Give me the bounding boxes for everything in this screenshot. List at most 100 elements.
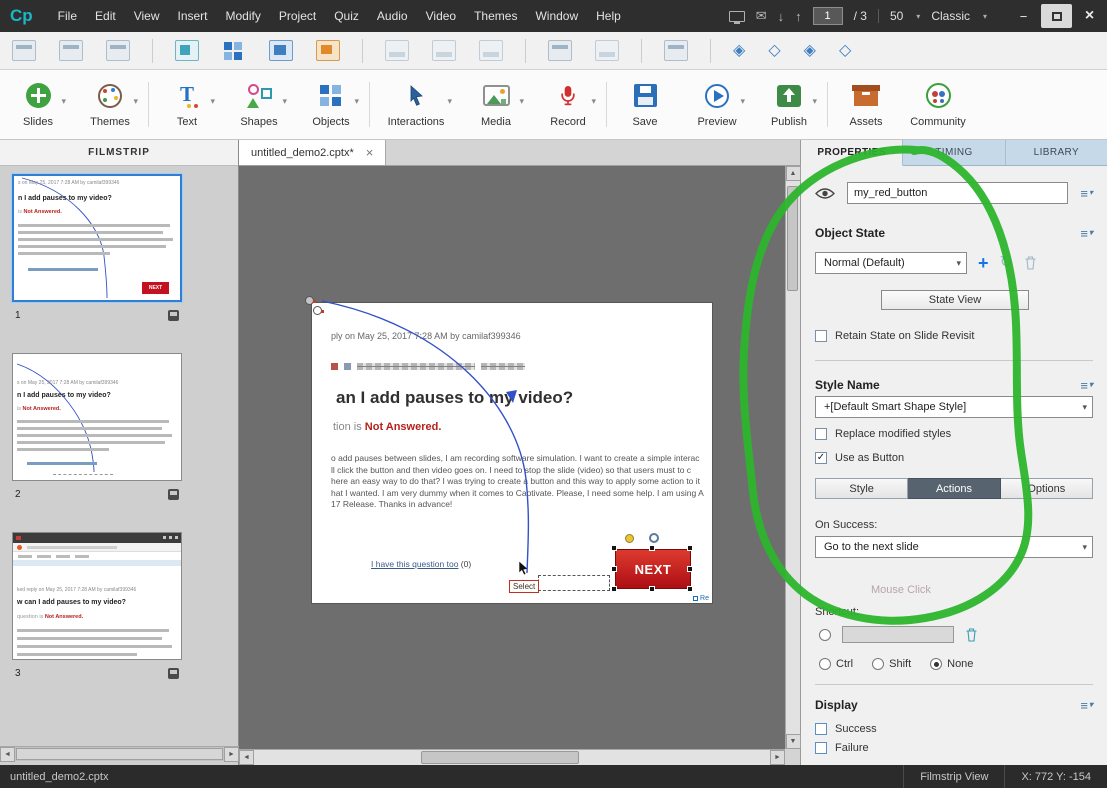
workspace-caret-icon[interactable]: ▾ bbox=[983, 12, 987, 21]
mail-icon[interactable]: ✉ bbox=[756, 8, 767, 24]
tool-icon-5[interactable] bbox=[222, 40, 246, 61]
replace-styles-checkbox[interactable] bbox=[815, 428, 827, 440]
scroll-left-icon[interactable]: ◄ bbox=[0, 747, 15, 762]
selection-handle[interactable] bbox=[611, 566, 617, 572]
selection-handle[interactable] bbox=[611, 545, 617, 551]
toolbar-media[interactable]: ▾ Media bbox=[460, 70, 532, 139]
scrollbar-thumb[interactable] bbox=[421, 751, 579, 764]
tool-icon-1[interactable] bbox=[12, 40, 36, 61]
object-state-dropdown[interactable]: Normal (Default) ▾ bbox=[815, 252, 967, 274]
none-radio[interactable] bbox=[930, 658, 943, 670]
tool-icon-2[interactable] bbox=[59, 40, 83, 61]
scroll-left-icon[interactable]: ◄ bbox=[239, 750, 254, 765]
use-as-button-checkbox[interactable]: ✓ bbox=[815, 452, 827, 464]
toolbar-shapes[interactable]: ▾ Shapes bbox=[223, 70, 295, 139]
canvas[interactable]: ply on May 25, 2017 7:28 AM by camilaf39… bbox=[239, 166, 800, 749]
menu-audio[interactable]: Audio bbox=[368, 6, 417, 26]
toolbar-slides[interactable]: ▾ Slides bbox=[2, 70, 74, 139]
menu-window[interactable]: Window bbox=[526, 6, 587, 26]
slide-thumbnail-1[interactable]: s on May 25, 2017 7:28 AM by camilaf3993… bbox=[12, 174, 182, 302]
toolbar-record[interactable]: ▾ Record bbox=[532, 70, 604, 139]
close-tab-icon[interactable]: × bbox=[366, 145, 374, 160]
menu-view[interactable]: View bbox=[125, 6, 169, 26]
arrow-up-icon[interactable]: ↑ bbox=[795, 9, 802, 24]
selection-handle[interactable] bbox=[687, 545, 693, 551]
toolbar-themes[interactable]: ▾ Themes bbox=[74, 70, 146, 139]
text-caption-outline[interactable] bbox=[538, 575, 610, 591]
tool-icon-12[interactable] bbox=[595, 40, 619, 61]
filmstrip-scrollbar[interactable]: ◄ ► bbox=[0, 746, 239, 762]
shortcut-input[interactable] bbox=[842, 626, 954, 643]
style-name-dropdown[interactable]: +[Default Smart Shape Style] ▾ bbox=[815, 396, 1093, 418]
shortcut-radio[interactable] bbox=[819, 628, 831, 641]
menu-project[interactable]: Project bbox=[270, 6, 325, 26]
slide-thumbnail-3[interactable]: ked reply on May 25, 2017 7:28 AM by cam… bbox=[12, 532, 182, 660]
mouse-start-point[interactable] bbox=[305, 296, 316, 305]
arrow-down-icon[interactable]: ↓ bbox=[778, 9, 785, 24]
ctrl-radio[interactable] bbox=[819, 658, 831, 670]
reset-state-icon[interactable]: ↻ bbox=[1000, 255, 1013, 271]
state-diamond-icon-2[interactable]: ◇ bbox=[768, 42, 780, 59]
tab-properties[interactable]: PROPERTIES bbox=[801, 140, 904, 166]
scrollbar-thumb[interactable] bbox=[787, 186, 798, 291]
state-diamond-icon-3[interactable]: ◈ bbox=[804, 42, 816, 59]
success-checkbox[interactable] bbox=[815, 723, 827, 735]
tool-icon-4[interactable] bbox=[175, 40, 199, 61]
selection-handle[interactable] bbox=[611, 586, 617, 592]
menu-video[interactable]: Video bbox=[417, 6, 465, 26]
workspace-select[interactable]: Classic bbox=[931, 9, 970, 23]
canvas-horizontal-scrollbar[interactable]: ◄ ► bbox=[239, 749, 785, 765]
zoom-caret-icon[interactable]: ▾ bbox=[916, 12, 920, 21]
selection-handle[interactable] bbox=[687, 586, 693, 592]
close-button[interactable]: × bbox=[1074, 4, 1105, 28]
slide-video-icon[interactable] bbox=[168, 310, 179, 321]
current-slide-field[interactable]: 1 bbox=[812, 7, 843, 25]
slide-video-icon[interactable] bbox=[168, 489, 179, 500]
tab-library[interactable]: LIBRARY bbox=[1006, 140, 1107, 165]
retain-state-checkbox[interactable] bbox=[815, 330, 827, 342]
scrollbar-thumb[interactable] bbox=[16, 748, 223, 760]
toolbar-assets[interactable]: Assets bbox=[830, 70, 902, 139]
state-diamond-icon-1[interactable]: ◈ bbox=[733, 42, 745, 59]
toolbar-preview[interactable]: ▾ Preview bbox=[681, 70, 753, 139]
panel-menu-icon[interactable]: ≡ ▾ bbox=[1080, 379, 1093, 392]
menu-insert[interactable]: Insert bbox=[169, 6, 217, 26]
scroll-down-icon[interactable]: ▼ bbox=[785, 734, 801, 749]
tool-icon-11[interactable] bbox=[548, 40, 572, 61]
toolbar-interactions[interactable]: ▾ Interactions bbox=[372, 70, 460, 139]
selection-handle[interactable] bbox=[649, 586, 655, 592]
toolbar-objects[interactable]: ▾ Objects bbox=[295, 70, 367, 139]
panel-menu-icon[interactable]: ≡ ▾ bbox=[1080, 187, 1093, 200]
selection-handle[interactable] bbox=[649, 545, 655, 551]
slide-stage[interactable]: ply on May 25, 2017 7:28 AM by camilaf39… bbox=[312, 303, 712, 603]
subtab-options[interactable]: Options bbox=[1000, 478, 1093, 499]
toolbar-publish[interactable]: ▾ Publish bbox=[753, 70, 825, 139]
subtab-style[interactable]: Style bbox=[815, 478, 909, 499]
add-state-button[interactable]: + bbox=[978, 254, 989, 272]
menu-themes[interactable]: Themes bbox=[465, 6, 526, 26]
scroll-right-icon[interactable]: ► bbox=[224, 747, 239, 762]
visibility-eye-icon[interactable] bbox=[815, 187, 835, 200]
tool-icon-10[interactable] bbox=[479, 40, 503, 61]
panel-menu-icon[interactable]: ≡ ▾ bbox=[1080, 227, 1093, 240]
menu-edit[interactable]: Edit bbox=[86, 6, 125, 26]
scroll-right-icon[interactable]: ► bbox=[770, 750, 785, 765]
tab-timing[interactable]: TIMING bbox=[903, 140, 1006, 165]
canvas-vertical-scrollbar[interactable]: ▲ ▼ bbox=[785, 166, 801, 749]
menu-modify[interactable]: Modify bbox=[217, 6, 270, 26]
on-success-dropdown[interactable]: Go to the next slide ▾ bbox=[815, 536, 1093, 558]
maximize-button[interactable] bbox=[1041, 4, 1072, 28]
delete-state-icon[interactable] bbox=[1024, 256, 1037, 270]
subtab-actions[interactable]: Actions bbox=[908, 478, 1001, 499]
adjust-handle[interactable] bbox=[625, 534, 634, 543]
menu-file[interactable]: File bbox=[49, 6, 86, 26]
tool-icon-8[interactable] bbox=[385, 40, 409, 61]
panel-menu-icon[interactable]: ≡ ▾ bbox=[1080, 699, 1093, 712]
slide-thumbnail-2[interactable]: s on May 25, 2017 7:28 AM by camilaf3993… bbox=[12, 353, 182, 481]
object-name-input[interactable] bbox=[847, 182, 1069, 204]
next-button-object[interactable]: NEXT bbox=[615, 549, 691, 589]
presentation-icon[interactable] bbox=[728, 10, 745, 24]
menu-quiz[interactable]: Quiz bbox=[325, 6, 368, 26]
tool-icon-6[interactable] bbox=[269, 40, 293, 61]
menu-help[interactable]: Help bbox=[587, 6, 630, 26]
